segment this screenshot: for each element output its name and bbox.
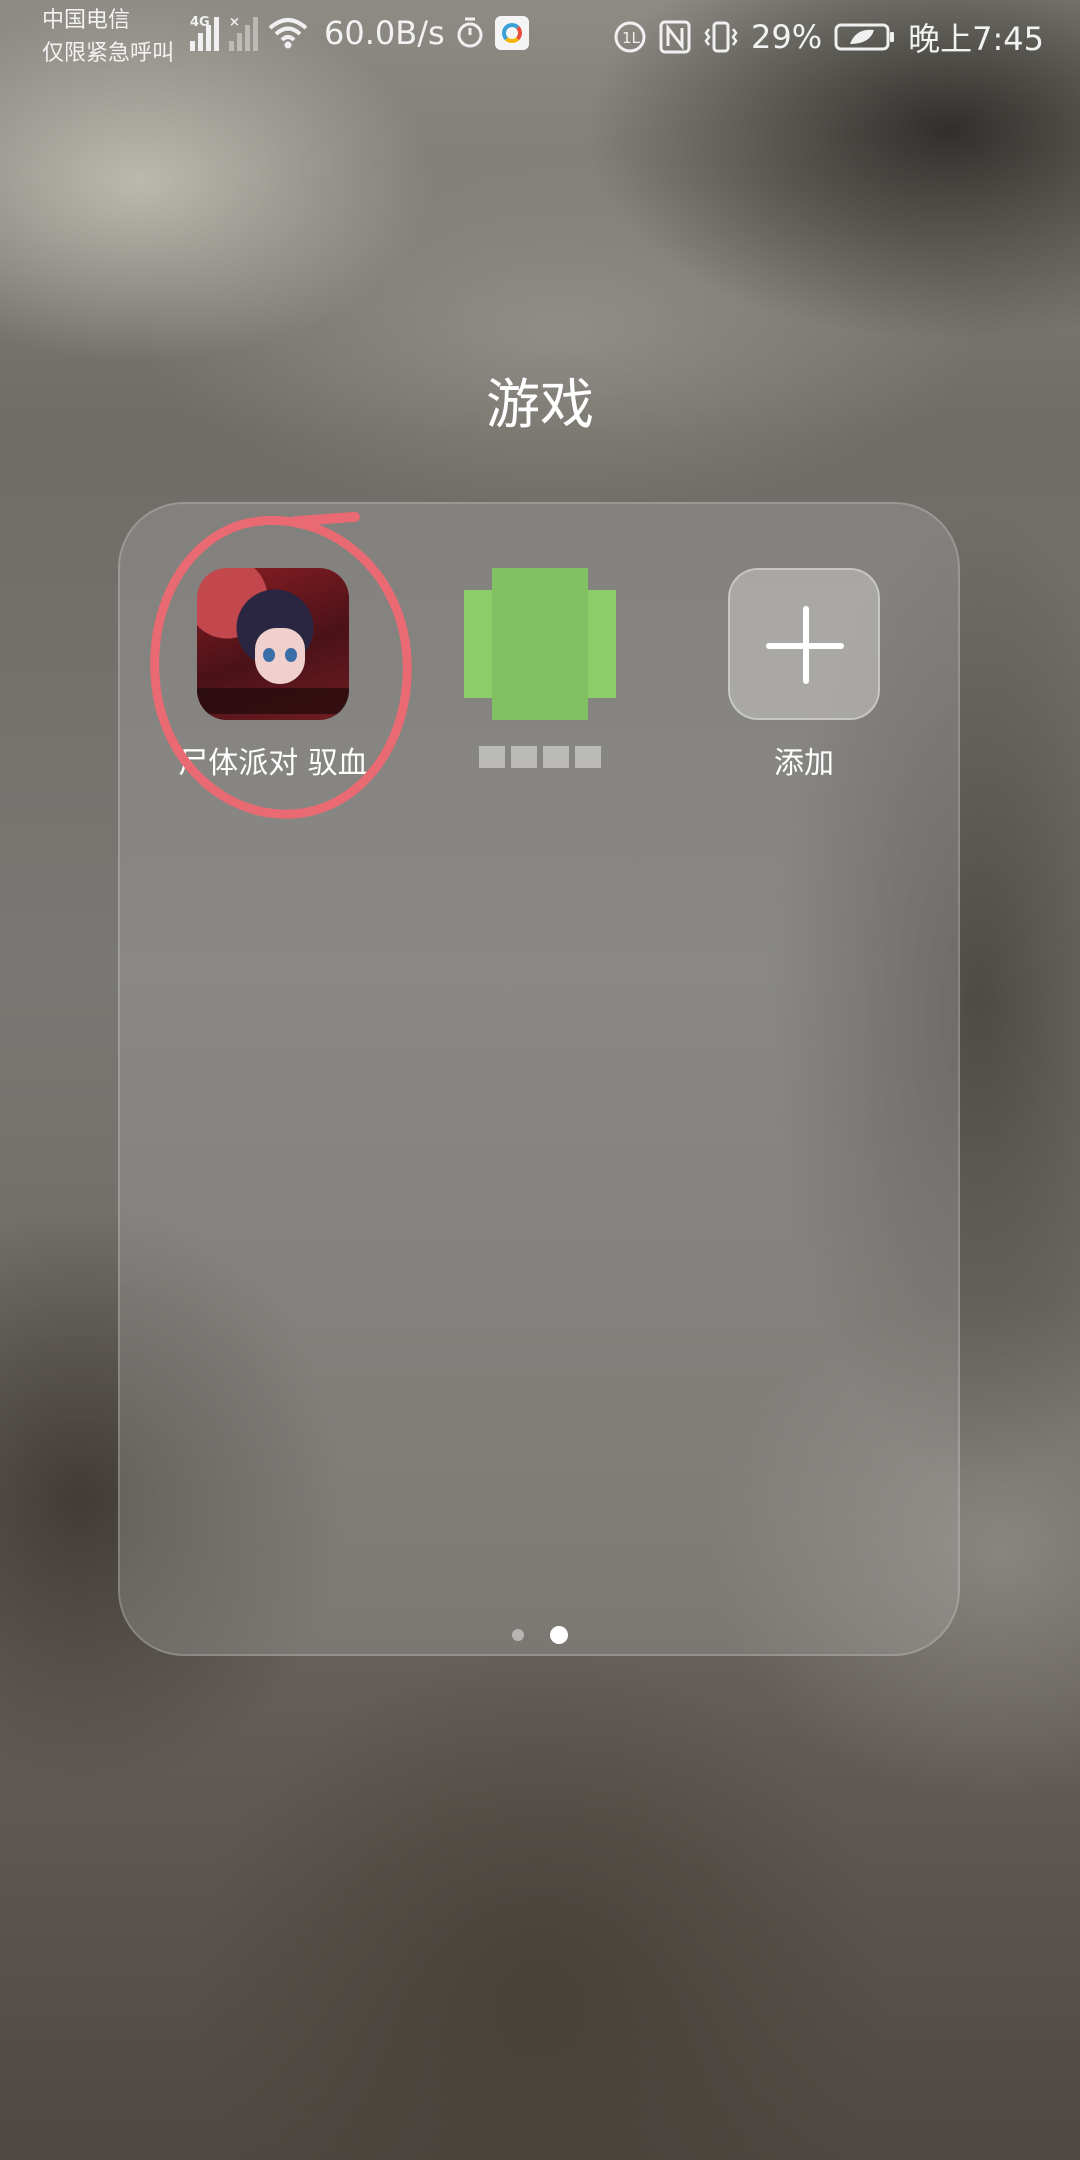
- signal-4g-icon: 4G: [190, 15, 219, 51]
- battery-icon: [834, 23, 895, 51]
- add-label: 添加: [774, 746, 834, 781]
- page-dot-1[interactable]: [512, 1629, 524, 1641]
- network-speed: 60.0B/s: [324, 14, 445, 52]
- timer-icon: [457, 17, 483, 48]
- carrier-name: 中国电信: [42, 8, 131, 33]
- vibrate-icon: [704, 21, 738, 53]
- status-right-icons: 1L 29% 晚上7:45: [613, 14, 1044, 60]
- carrier-status: 仅限紧急呼叫: [42, 41, 175, 66]
- status-left-icons: 4G × 60.0B/s: [190, 14, 529, 52]
- add-icon[interactable]: [728, 568, 880, 720]
- pixelated-app-label: [479, 746, 601, 768]
- app-add[interactable]: 添加: [684, 568, 924, 782]
- battery-percent: 29%: [751, 18, 823, 56]
- nfc-icon: [659, 20, 691, 54]
- wifi-icon: [268, 18, 308, 49]
- app-pixelated[interactable]: [420, 568, 660, 772]
- hd-call-icon: 1L: [614, 21, 646, 53]
- page-indicator: [0, 1626, 1080, 1644]
- clock: 晚上7:45: [908, 20, 1044, 58]
- app-notification-icon: [494, 16, 529, 50]
- svg-text:1L: 1L: [622, 29, 641, 47]
- signal-no-sim-icon: ×: [229, 15, 258, 51]
- page-dot-2[interactable]: [550, 1626, 568, 1644]
- folder-title[interactable]: 游戏: [0, 360, 1080, 439]
- carrier-info: 中国电信 仅限紧急呼叫: [42, 4, 174, 70]
- status-bar: 中国电信 仅限紧急呼叫 4G × 60.0B/s 1L 29% 晚上7:45: [0, 0, 1080, 80]
- pixelated-app-icon[interactable]: [464, 568, 616, 720]
